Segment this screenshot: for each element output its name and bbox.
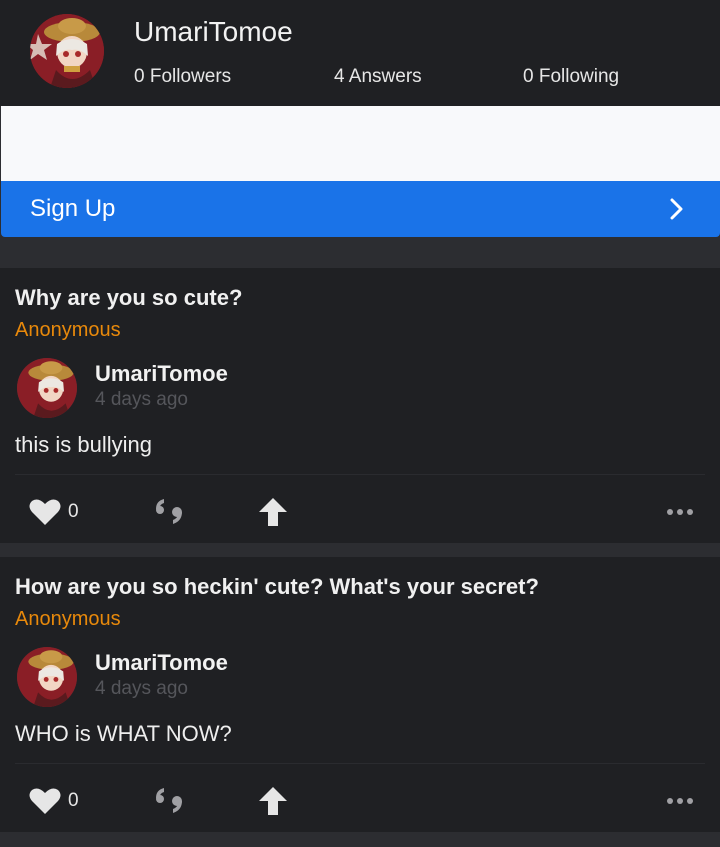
followers-count[interactable]: 0 Followers (134, 66, 231, 88)
action-bar: 0 (0, 785, 720, 819)
blank-banner (1, 106, 720, 182)
question-text[interactable]: Why are you so cute? (15, 285, 242, 311)
answer-text: this is bullying (15, 432, 152, 457)
quote-icon[interactable] (151, 786, 187, 816)
question-text[interactable]: How are you so heckin' cute? What's your… (15, 574, 539, 600)
quote-icon[interactable] (151, 497, 187, 527)
following-count[interactable]: 0 Following (523, 66, 619, 88)
profile-header: UmariTomoe 0 Followers 4 Answers 0 Follo… (0, 0, 720, 106)
chevron-right-icon (670, 198, 683, 220)
like-count: 0 (68, 501, 79, 522)
answer-timestamp: 4 days ago (95, 678, 188, 699)
more-options-icon[interactable] (666, 797, 694, 805)
more-options-icon[interactable] (666, 508, 694, 516)
sign-up-button[interactable]: Sign Up (1, 181, 720, 237)
upvote-arrow-icon[interactable] (257, 496, 289, 528)
answerer-name[interactable]: UmariTomoe (95, 650, 228, 676)
answers-count[interactable]: 4 Answers (334, 66, 422, 88)
heart-icon[interactable] (29, 498, 61, 526)
answer-text: WHO is WHAT NOW? (15, 721, 232, 746)
answer-card: Why are you so cute? Anonymous UmariTomo… (0, 268, 720, 543)
action-bar: 0 (0, 496, 720, 530)
profile-name: UmariTomoe (134, 16, 293, 47)
anime-avatar-icon (17, 358, 77, 418)
anime-avatar-icon (30, 14, 104, 88)
answer-card: How are you so heckin' cute? What's your… (0, 557, 720, 832)
divider (15, 763, 705, 764)
profile-avatar[interactable] (30, 14, 104, 88)
asker-name: Anonymous (15, 319, 121, 341)
upvote-arrow-icon[interactable] (257, 785, 289, 817)
answer-timestamp: 4 days ago (95, 389, 188, 410)
anime-avatar-icon (17, 647, 77, 707)
answerer-avatar[interactable] (17, 358, 77, 418)
like-count: 0 (68, 790, 79, 811)
heart-icon[interactable] (29, 787, 61, 815)
answerer-avatar[interactable] (17, 647, 77, 707)
sign-up-label: Sign Up (30, 195, 116, 222)
asker-name: Anonymous (15, 608, 121, 630)
divider (15, 474, 705, 475)
answerer-name[interactable]: UmariTomoe (95, 361, 228, 387)
